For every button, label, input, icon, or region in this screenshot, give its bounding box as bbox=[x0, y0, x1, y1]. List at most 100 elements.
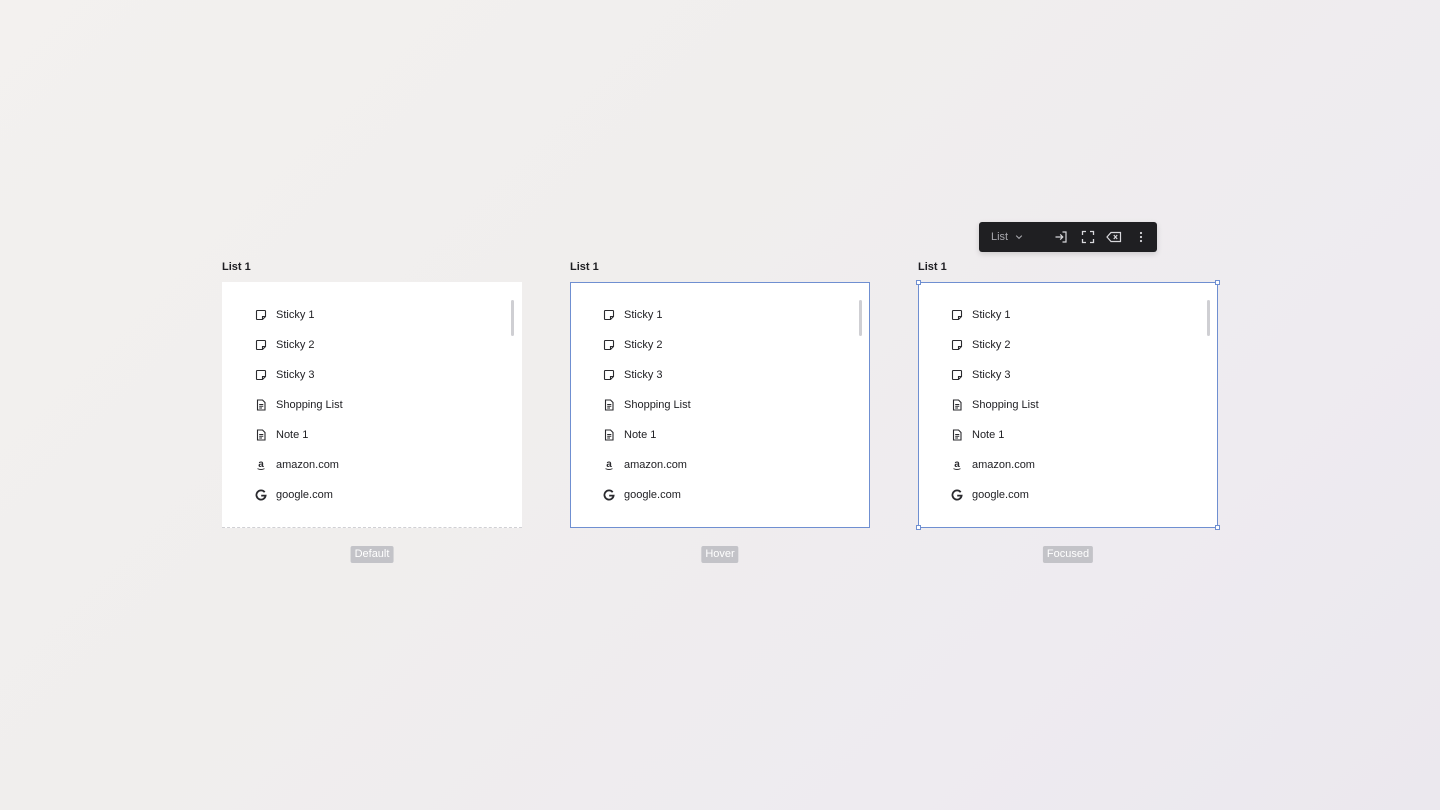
sticky-icon bbox=[255, 309, 267, 321]
open-in-button[interactable] bbox=[1054, 230, 1068, 244]
list-item[interactable]: a amazon.com bbox=[603, 450, 691, 480]
delete-icon bbox=[1106, 230, 1122, 244]
list-item-label: amazon.com bbox=[276, 459, 339, 471]
state-label-default: Default bbox=[350, 546, 394, 563]
list-item-label: Shopping List bbox=[972, 399, 1039, 411]
resize-handle-bottom-left[interactable] bbox=[916, 525, 921, 530]
list-item[interactable]: a amazon.com bbox=[255, 450, 343, 480]
list-widget[interactable]: Sticky 1 Sticky 2 Sticky 3 Shopping List… bbox=[570, 282, 870, 528]
view-select-label: List bbox=[991, 231, 1009, 243]
scrollbar[interactable] bbox=[859, 300, 862, 336]
document-icon bbox=[255, 429, 267, 441]
list-item-label: Sticky 1 bbox=[972, 309, 1011, 321]
list-items: Sticky 1 Sticky 2 Sticky 3 Shopping List… bbox=[603, 300, 691, 510]
list-item[interactable]: Shopping List bbox=[951, 390, 1039, 420]
list-item-label: Sticky 3 bbox=[624, 369, 663, 381]
sticky-icon bbox=[255, 339, 267, 351]
document-icon bbox=[951, 399, 963, 411]
list-item[interactable]: Note 1 bbox=[603, 420, 691, 450]
list-item[interactable]: Shopping List bbox=[255, 390, 343, 420]
list-item-label: Sticky 1 bbox=[624, 309, 663, 321]
panel-title: List 1 bbox=[570, 261, 599, 273]
sticky-icon bbox=[951, 339, 963, 351]
more-options-button[interactable] bbox=[1134, 230, 1148, 244]
list-item-label: Sticky 3 bbox=[972, 369, 1011, 381]
list-item-label: Shopping List bbox=[624, 399, 691, 411]
list-item[interactable]: Sticky 2 bbox=[255, 330, 343, 360]
sticky-icon bbox=[951, 309, 963, 321]
resize-handle-bottom-right[interactable] bbox=[1215, 525, 1220, 530]
list-items: Sticky 1 Sticky 2 Sticky 3 Shopping List… bbox=[951, 300, 1039, 510]
sticky-icon bbox=[603, 369, 615, 381]
chevron-down-icon bbox=[1015, 233, 1023, 241]
list-item-label: Note 1 bbox=[276, 429, 309, 441]
svg-text:a: a bbox=[954, 459, 960, 470]
list-item-label: google.com bbox=[276, 489, 333, 501]
document-icon bbox=[951, 429, 963, 441]
amazon-icon: a bbox=[255, 459, 267, 471]
sticky-icon bbox=[255, 369, 267, 381]
state-label-hover: Hover bbox=[701, 546, 739, 563]
list-panel-hover: List 1 Sticky 1 Sticky 2 Sticky 3 Shoppi… bbox=[570, 260, 870, 528]
list-item-label: google.com bbox=[972, 489, 1029, 501]
list-item-label: Sticky 3 bbox=[276, 369, 315, 381]
list-item-label: amazon.com bbox=[972, 459, 1035, 471]
list-widget[interactable]: Sticky 1 Sticky 2 Sticky 3 Shopping List… bbox=[222, 282, 522, 528]
floating-toolbar: List bbox=[979, 222, 1157, 252]
list-item-label: google.com bbox=[624, 489, 681, 501]
list-item-label: Sticky 2 bbox=[624, 339, 663, 351]
list-panel-focused: List 1 Sticky 1 Sticky 2 Sticky 3 Shoppi… bbox=[918, 260, 1218, 528]
list-item-label: Sticky 2 bbox=[972, 339, 1011, 351]
list-item[interactable]: Sticky 1 bbox=[603, 300, 691, 330]
panel-title: List 1 bbox=[918, 261, 947, 273]
sticky-icon bbox=[951, 369, 963, 381]
list-item[interactable]: Sticky 2 bbox=[951, 330, 1039, 360]
list-item[interactable]: Note 1 bbox=[951, 420, 1039, 450]
resize-handle-top-left[interactable] bbox=[916, 280, 921, 285]
list-item-label: Sticky 1 bbox=[276, 309, 315, 321]
scrollbar[interactable] bbox=[511, 300, 514, 336]
expand-button[interactable] bbox=[1081, 230, 1095, 244]
expand-icon bbox=[1081, 230, 1095, 244]
list-item[interactable]: Note 1 bbox=[255, 420, 343, 450]
list-item[interactable]: Sticky 3 bbox=[603, 360, 691, 390]
list-item[interactable]: google.com bbox=[255, 480, 343, 510]
list-widget[interactable]: Sticky 1 Sticky 2 Sticky 3 Shopping List… bbox=[918, 282, 1218, 528]
svg-text:a: a bbox=[258, 459, 264, 470]
sticky-icon bbox=[603, 339, 615, 351]
google-icon bbox=[603, 489, 615, 501]
scrollbar[interactable] bbox=[1207, 300, 1210, 336]
document-icon bbox=[255, 399, 267, 411]
svg-text:a: a bbox=[606, 459, 612, 470]
view-select[interactable]: List bbox=[991, 231, 1023, 243]
list-item[interactable]: Sticky 3 bbox=[255, 360, 343, 390]
state-label-focused: Focused bbox=[1042, 546, 1094, 563]
delete-button[interactable] bbox=[1106, 230, 1122, 244]
amazon-icon: a bbox=[603, 459, 615, 471]
list-item[interactable]: a amazon.com bbox=[951, 450, 1039, 480]
list-item-label: Note 1 bbox=[624, 429, 657, 441]
list-item[interactable]: Sticky 1 bbox=[951, 300, 1039, 330]
list-item-label: Sticky 2 bbox=[276, 339, 315, 351]
resize-handle-top-right[interactable] bbox=[1215, 280, 1220, 285]
list-item-label: Shopping List bbox=[276, 399, 343, 411]
list-item[interactable]: Sticky 3 bbox=[951, 360, 1039, 390]
list-item[interactable]: Shopping List bbox=[603, 390, 691, 420]
panel-title: List 1 bbox=[222, 261, 251, 273]
sticky-icon bbox=[603, 309, 615, 321]
list-panel-default: List 1 Sticky 1 Sticky 2 Sticky 3 Shoppi… bbox=[222, 260, 522, 528]
list-item[interactable]: google.com bbox=[603, 480, 691, 510]
open-in-icon bbox=[1054, 230, 1068, 244]
amazon-icon: a bbox=[951, 459, 963, 471]
google-icon bbox=[255, 489, 267, 501]
list-item-label: Note 1 bbox=[972, 429, 1005, 441]
list-item[interactable]: Sticky 1 bbox=[255, 300, 343, 330]
list-item[interactable]: Sticky 2 bbox=[603, 330, 691, 360]
document-icon bbox=[603, 399, 615, 411]
more-vertical-icon bbox=[1139, 230, 1143, 244]
document-icon bbox=[603, 429, 615, 441]
google-icon bbox=[951, 489, 963, 501]
list-items: Sticky 1 Sticky 2 Sticky 3 Shopping List… bbox=[255, 300, 343, 510]
list-item[interactable]: google.com bbox=[951, 480, 1039, 510]
list-item-label: amazon.com bbox=[624, 459, 687, 471]
